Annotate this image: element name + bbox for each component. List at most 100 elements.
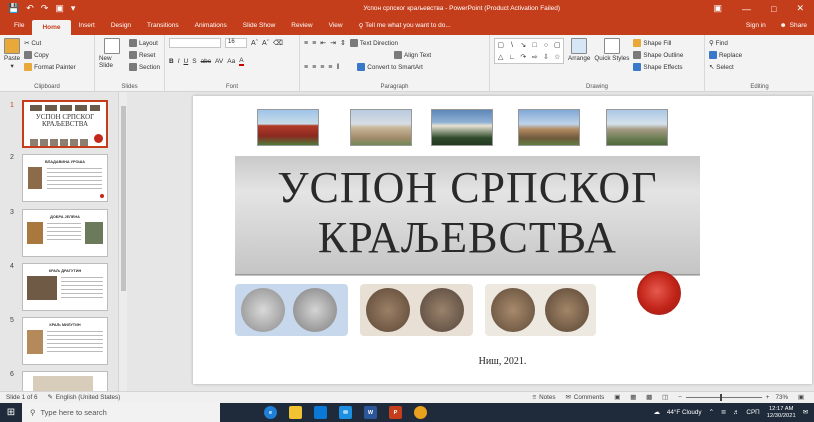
decrease-indent-icon[interactable]: ⇤: [320, 39, 326, 47]
powerpoint-icon[interactable]: P: [389, 406, 402, 419]
line-shape-icon[interactable]: \: [511, 42, 513, 49]
weather-icon[interactable]: ☁: [654, 409, 660, 416]
align-left-icon[interactable]: ≡: [304, 64, 308, 71]
shapes-gallery[interactable]: ▢ \ ↘ □ ○ ▢ △ ∟ ↷ ⇨ ⇩ ☆: [494, 38, 564, 64]
columns-icon[interactable]: ‖: [336, 64, 339, 71]
weather-text[interactable]: 44°F Cloudy: [667, 409, 702, 416]
slide-sorter-icon[interactable]: ▦: [630, 394, 636, 401]
sign-in-link[interactable]: Sign in: [739, 21, 773, 35]
bullets-icon[interactable]: ≡: [304, 40, 308, 47]
tab-design[interactable]: Design: [103, 21, 139, 35]
slide-thumbnail-2[interactable]: ВЛАДАВИНА УРОША: [22, 154, 108, 202]
slide-thumbnail-6[interactable]: [22, 371, 108, 391]
clear-formatting-icon[interactable]: ⌫: [273, 39, 283, 47]
curved-arrow-shape-icon[interactable]: ↷: [520, 53, 526, 61]
thumbnails-scrollbar[interactable]: [118, 92, 127, 391]
zoom-level[interactable]: 73%: [775, 394, 788, 401]
character-spacing-icon[interactable]: AV: [215, 58, 223, 65]
monastery-photo-5[interactable]: [606, 109, 668, 146]
chrome-icon[interactable]: [414, 406, 427, 419]
wax-seal-image[interactable]: [637, 271, 681, 315]
slide-thumbnail-4[interactable]: КРАЉ ДРАГУТИН: [22, 263, 108, 311]
paste-button[interactable]: Paste ▾: [4, 38, 20, 70]
start-from-beginning-icon[interactable]: ▣: [55, 3, 64, 14]
arrow-line-shape-icon[interactable]: ↘: [520, 41, 526, 49]
zoom-out-icon[interactable]: −: [678, 394, 682, 401]
word-icon[interactable]: W: [364, 406, 377, 419]
chevron-up-icon[interactable]: ⌃: [709, 409, 714, 416]
grow-font-icon[interactable]: Aˆ: [251, 40, 258, 47]
find-button[interactable]: ⚲ Find: [709, 38, 810, 48]
align-right-icon[interactable]: ≡: [320, 64, 324, 71]
underline-icon[interactable]: U: [184, 58, 189, 65]
slide-canvas[interactable]: УСПОН СРПСКОГ КРАЉЕВСТВА Ниш, 2021.: [193, 96, 812, 384]
new-slide-button[interactable]: New Slide: [99, 38, 125, 69]
align-text-button[interactable]: Align Text: [394, 50, 431, 60]
font-size-box[interactable]: 16: [225, 38, 247, 48]
file-explorer-icon[interactable]: [289, 406, 302, 419]
numbering-icon[interactable]: ≡: [312, 40, 316, 47]
star-shape-icon[interactable]: ☆: [554, 53, 560, 61]
triangle-shape-icon[interactable]: △: [498, 53, 503, 61]
bold-icon[interactable]: B: [169, 58, 174, 65]
coin-panel-3[interactable]: [485, 284, 596, 336]
edge-icon[interactable]: e: [264, 406, 277, 419]
close-button[interactable]: ✕: [796, 3, 804, 14]
monastery-photo-1[interactable]: [257, 109, 319, 146]
slide-thumbnail-3[interactable]: ДОБРА ЈЕЛЕНА: [22, 209, 108, 257]
fit-slide-icon[interactable]: ▣: [798, 394, 804, 401]
mail-icon[interactable]: ✉: [339, 406, 352, 419]
title-banner[interactable]: УСПОН СРПСКОГ КРАЉЕВСТВА: [235, 156, 700, 276]
shrink-font-icon[interactable]: Aˇ: [262, 40, 269, 47]
rectangle-shape-icon[interactable]: □: [533, 42, 537, 49]
scrollbar-thumb[interactable]: [121, 106, 126, 291]
store-icon[interactable]: [314, 406, 327, 419]
arrange-button[interactable]: Arrange: [568, 38, 590, 62]
rounded-rect-shape-icon[interactable]: ▢: [554, 41, 561, 49]
line-spacing-icon[interactable]: ⇕: [340, 39, 346, 47]
normal-view-icon[interactable]: ▣: [614, 394, 620, 401]
redo-icon[interactable]: ↷: [41, 3, 49, 14]
coin-panel-1[interactable]: [235, 284, 348, 336]
strikethrough-icon[interactable]: abc: [201, 58, 211, 65]
text-direction-button[interactable]: Text Direction: [349, 38, 398, 48]
font-name-box[interactable]: [169, 38, 221, 48]
monastery-photo-2[interactable]: [350, 109, 412, 146]
oval-shape-icon[interactable]: ○: [544, 42, 548, 49]
zoom-slider-knob[interactable]: [719, 394, 722, 401]
format-painter-button[interactable]: Format Painter: [24, 62, 76, 72]
cut-button[interactable]: ✂ Cut: [24, 38, 76, 48]
align-center-icon[interactable]: ≡: [312, 64, 316, 71]
increase-indent-icon[interactable]: ⇥: [330, 39, 336, 47]
reading-view-icon[interactable]: ▩: [646, 394, 652, 401]
save-icon[interactable]: 💾: [8, 3, 19, 14]
tab-review[interactable]: Review: [283, 21, 320, 35]
replace-button[interactable]: Replace: [709, 50, 810, 60]
convert-smartart-button[interactable]: Convert to SmartArt: [357, 62, 423, 72]
tab-slide-show[interactable]: Slide Show: [235, 21, 284, 35]
monastery-photo-3[interactable]: [431, 109, 493, 146]
tell-me-box[interactable]: ⚲ Tell me what you want to do...: [351, 21, 459, 35]
share-button[interactable]: ☻ Share: [773, 21, 814, 35]
restore-button[interactable]: □: [771, 4, 776, 14]
taskbar-search-box[interactable]: ⚲ Type here to search: [22, 403, 220, 422]
zoom-in-icon[interactable]: +: [766, 394, 770, 401]
quick-styles-button[interactable]: Quick Styles: [594, 38, 629, 62]
input-language[interactable]: СРП: [746, 409, 759, 416]
shape-effects-button[interactable]: Shape Effects: [633, 62, 683, 72]
copy-button[interactable]: Copy: [24, 50, 76, 60]
volume-icon[interactable]: ♬: [733, 409, 739, 416]
arrow-down-shape-icon[interactable]: ⇩: [543, 53, 549, 61]
tab-view[interactable]: View: [321, 21, 351, 35]
tab-home[interactable]: Home: [32, 20, 71, 35]
comments-button[interactable]: ✉ Comments: [566, 394, 605, 401]
zoom-slider[interactable]: [685, 394, 762, 401]
windows-start-icon[interactable]: ⊞: [0, 403, 22, 422]
tab-transitions[interactable]: Transitions: [139, 21, 187, 35]
ribbon-display-options-icon[interactable]: ▣: [714, 3, 723, 14]
tab-animations[interactable]: Animations: [187, 21, 235, 35]
italic-icon[interactable]: I: [178, 58, 180, 65]
slide-thumbnail-5[interactable]: КРАЉ МИЛУТИН: [22, 317, 108, 365]
customize-qat-icon[interactable]: ▾: [71, 3, 76, 14]
elbow-connector-icon[interactable]: ∟: [509, 54, 516, 61]
